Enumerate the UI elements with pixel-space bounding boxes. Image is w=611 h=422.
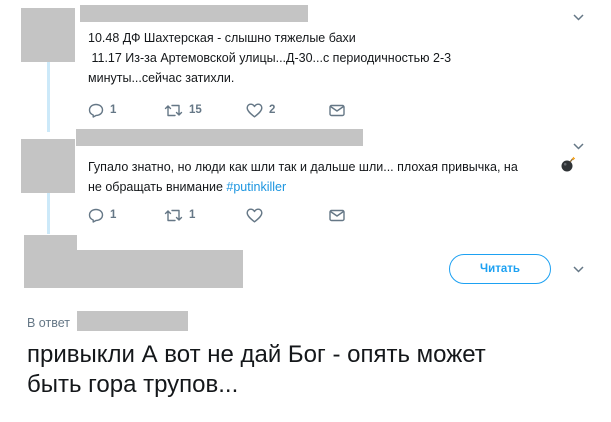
like-button[interactable]: 2 bbox=[246, 102, 275, 118]
tweet-text-fragment: не обращать внимание bbox=[88, 180, 227, 194]
retweet-button[interactable]: 1 bbox=[164, 207, 195, 223]
retweet-count: 1 bbox=[189, 209, 196, 221]
main-tweet-text-line: быть гора трупов... bbox=[27, 371, 239, 398]
tweet-text-line: 11.17 Из-за Артемовской улицы...Д-30...с… bbox=[88, 51, 452, 65]
direct-message-button[interactable] bbox=[329, 207, 345, 223]
reply-icon bbox=[88, 208, 104, 223]
main-tweet-avatar-redacted[interactable] bbox=[24, 235, 77, 288]
direct-message-icon bbox=[329, 209, 345, 222]
main-tweet-text-line: привыкли А вот не дай Бог - опять может bbox=[27, 341, 486, 368]
like-icon bbox=[246, 103, 263, 118]
tweet-text-line: Гупало знатно, но люди как шли так и дал… bbox=[88, 160, 518, 174]
like-icon bbox=[246, 208, 263, 223]
reply-icon bbox=[88, 103, 104, 118]
tweet-2-author-redacted[interactable] bbox=[76, 129, 363, 146]
tweet-2-text: Гупало знатно, но люди как шли так и дал… bbox=[88, 157, 518, 197]
tweet-text-line: не обращать внимание #putinkiller bbox=[88, 177, 518, 197]
tweet-1-avatar-redacted[interactable] bbox=[21, 8, 75, 62]
reply-button[interactable]: 1 bbox=[88, 207, 116, 223]
thread-connector-line bbox=[47, 62, 50, 132]
main-tweet-text: привыкли А вот не дай Бог - опять может … bbox=[27, 340, 597, 400]
tweet-text-line: 10.48 ДФ Шахтерская - слышно тяжелые бах… bbox=[88, 31, 356, 45]
retweet-icon bbox=[164, 103, 183, 118]
direct-message-button[interactable] bbox=[329, 102, 345, 118]
reply-to-prefix: В ответ bbox=[27, 316, 70, 330]
like-count: 2 bbox=[269, 104, 276, 116]
tweet-1-text: 10.48 ДФ Шахтерская - слышно тяжелые бах… bbox=[88, 28, 451, 88]
like-button[interactable] bbox=[246, 207, 269, 223]
tweet-text-line: минуты...сейчас затихли. bbox=[88, 71, 235, 85]
hashtag-link[interactable]: #putinkiller bbox=[226, 180, 286, 194]
follow-button[interactable]: Читать bbox=[449, 254, 551, 284]
main-tweet-author-redacted[interactable] bbox=[77, 250, 243, 288]
tweet-1-author-redacted[interactable] bbox=[80, 5, 308, 22]
chevron-down-icon[interactable] bbox=[569, 11, 587, 23]
reply-button[interactable]: 1 bbox=[88, 102, 116, 118]
retweet-count: 15 bbox=[189, 104, 202, 116]
reply-count: 1 bbox=[110, 209, 117, 221]
tweet-2-avatar-redacted[interactable] bbox=[21, 139, 75, 193]
chevron-down-icon[interactable] bbox=[569, 140, 587, 152]
chevron-down-icon[interactable] bbox=[569, 263, 587, 275]
thread-connector-line bbox=[47, 192, 50, 234]
reply-to-handle-redacted[interactable] bbox=[77, 311, 188, 331]
retweet-icon bbox=[164, 208, 183, 223]
bomb-emoji-icon bbox=[560, 156, 576, 178]
retweet-button[interactable]: 15 bbox=[164, 102, 202, 118]
reply-count: 1 bbox=[110, 104, 117, 116]
direct-message-icon bbox=[329, 104, 345, 117]
